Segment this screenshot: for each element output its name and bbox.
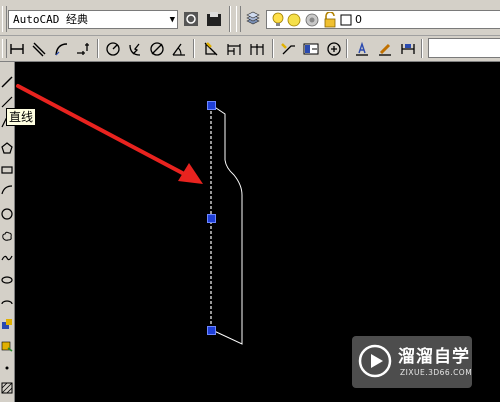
grip-mid[interactable] (207, 214, 216, 223)
watermark-name: 溜溜自学 (398, 347, 470, 367)
grip-top[interactable] (207, 101, 216, 110)
bottle-profile[interactable] (211, 105, 243, 345)
pointer-arrow (16, 84, 190, 178)
watermark-logo: 溜溜自学 ZIXUE.3D66.COM (352, 336, 472, 388)
tool-tooltip: 直线 (6, 108, 37, 126)
play-logo-icon (358, 344, 392, 378)
grip-bottom[interactable] (207, 326, 216, 335)
watermark-url: ZIXUE.3D66.COM (400, 368, 473, 377)
